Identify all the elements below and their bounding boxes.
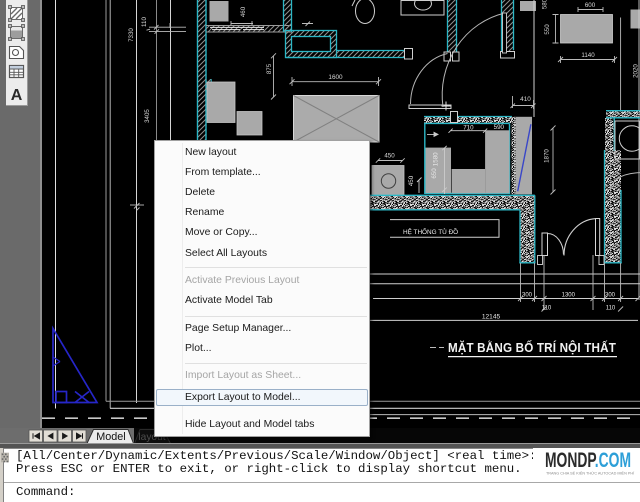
- svg-text:12145: 12145: [482, 314, 501, 321]
- svg-text:7330: 7330: [128, 28, 135, 42]
- svg-text:A: A: [11, 87, 23, 104]
- svg-text:600: 600: [585, 2, 596, 9]
- svg-text:1580: 1580: [432, 152, 439, 166]
- svg-text:2020: 2020: [633, 64, 640, 78]
- svg-text:590: 590: [494, 124, 505, 131]
- svg-text:110: 110: [542, 306, 552, 312]
- svg-text:450: 450: [384, 153, 395, 160]
- svg-text:460: 460: [240, 6, 247, 17]
- svg-text:MẶT BẰNG BỐ TRÍ NỘI THẤT: MẶT BẰNG BỐ TRÍ NỘI THẤT: [448, 340, 616, 355]
- svg-text:450: 450: [408, 175, 415, 186]
- svg-text:410: 410: [520, 96, 531, 103]
- svg-text:110: 110: [141, 17, 148, 27]
- svg-text:550: 550: [544, 24, 551, 35]
- svg-text:580: 580: [542, 0, 549, 9]
- svg-text:1300: 1300: [562, 293, 576, 299]
- svg-text:110: 110: [606, 306, 616, 312]
- svg-text:1870: 1870: [544, 149, 551, 163]
- svg-text:3405: 3405: [144, 109, 151, 123]
- svg-text:Model: Model: [96, 431, 125, 443]
- svg-text:300: 300: [522, 293, 533, 299]
- svg-text:1600: 1600: [328, 74, 343, 81]
- svg-text:1140: 1140: [581, 52, 595, 59]
- svg-text:650: 650: [431, 168, 438, 179]
- svg-text:300: 300: [605, 293, 616, 299]
- svg-text:875: 875: [266, 63, 273, 74]
